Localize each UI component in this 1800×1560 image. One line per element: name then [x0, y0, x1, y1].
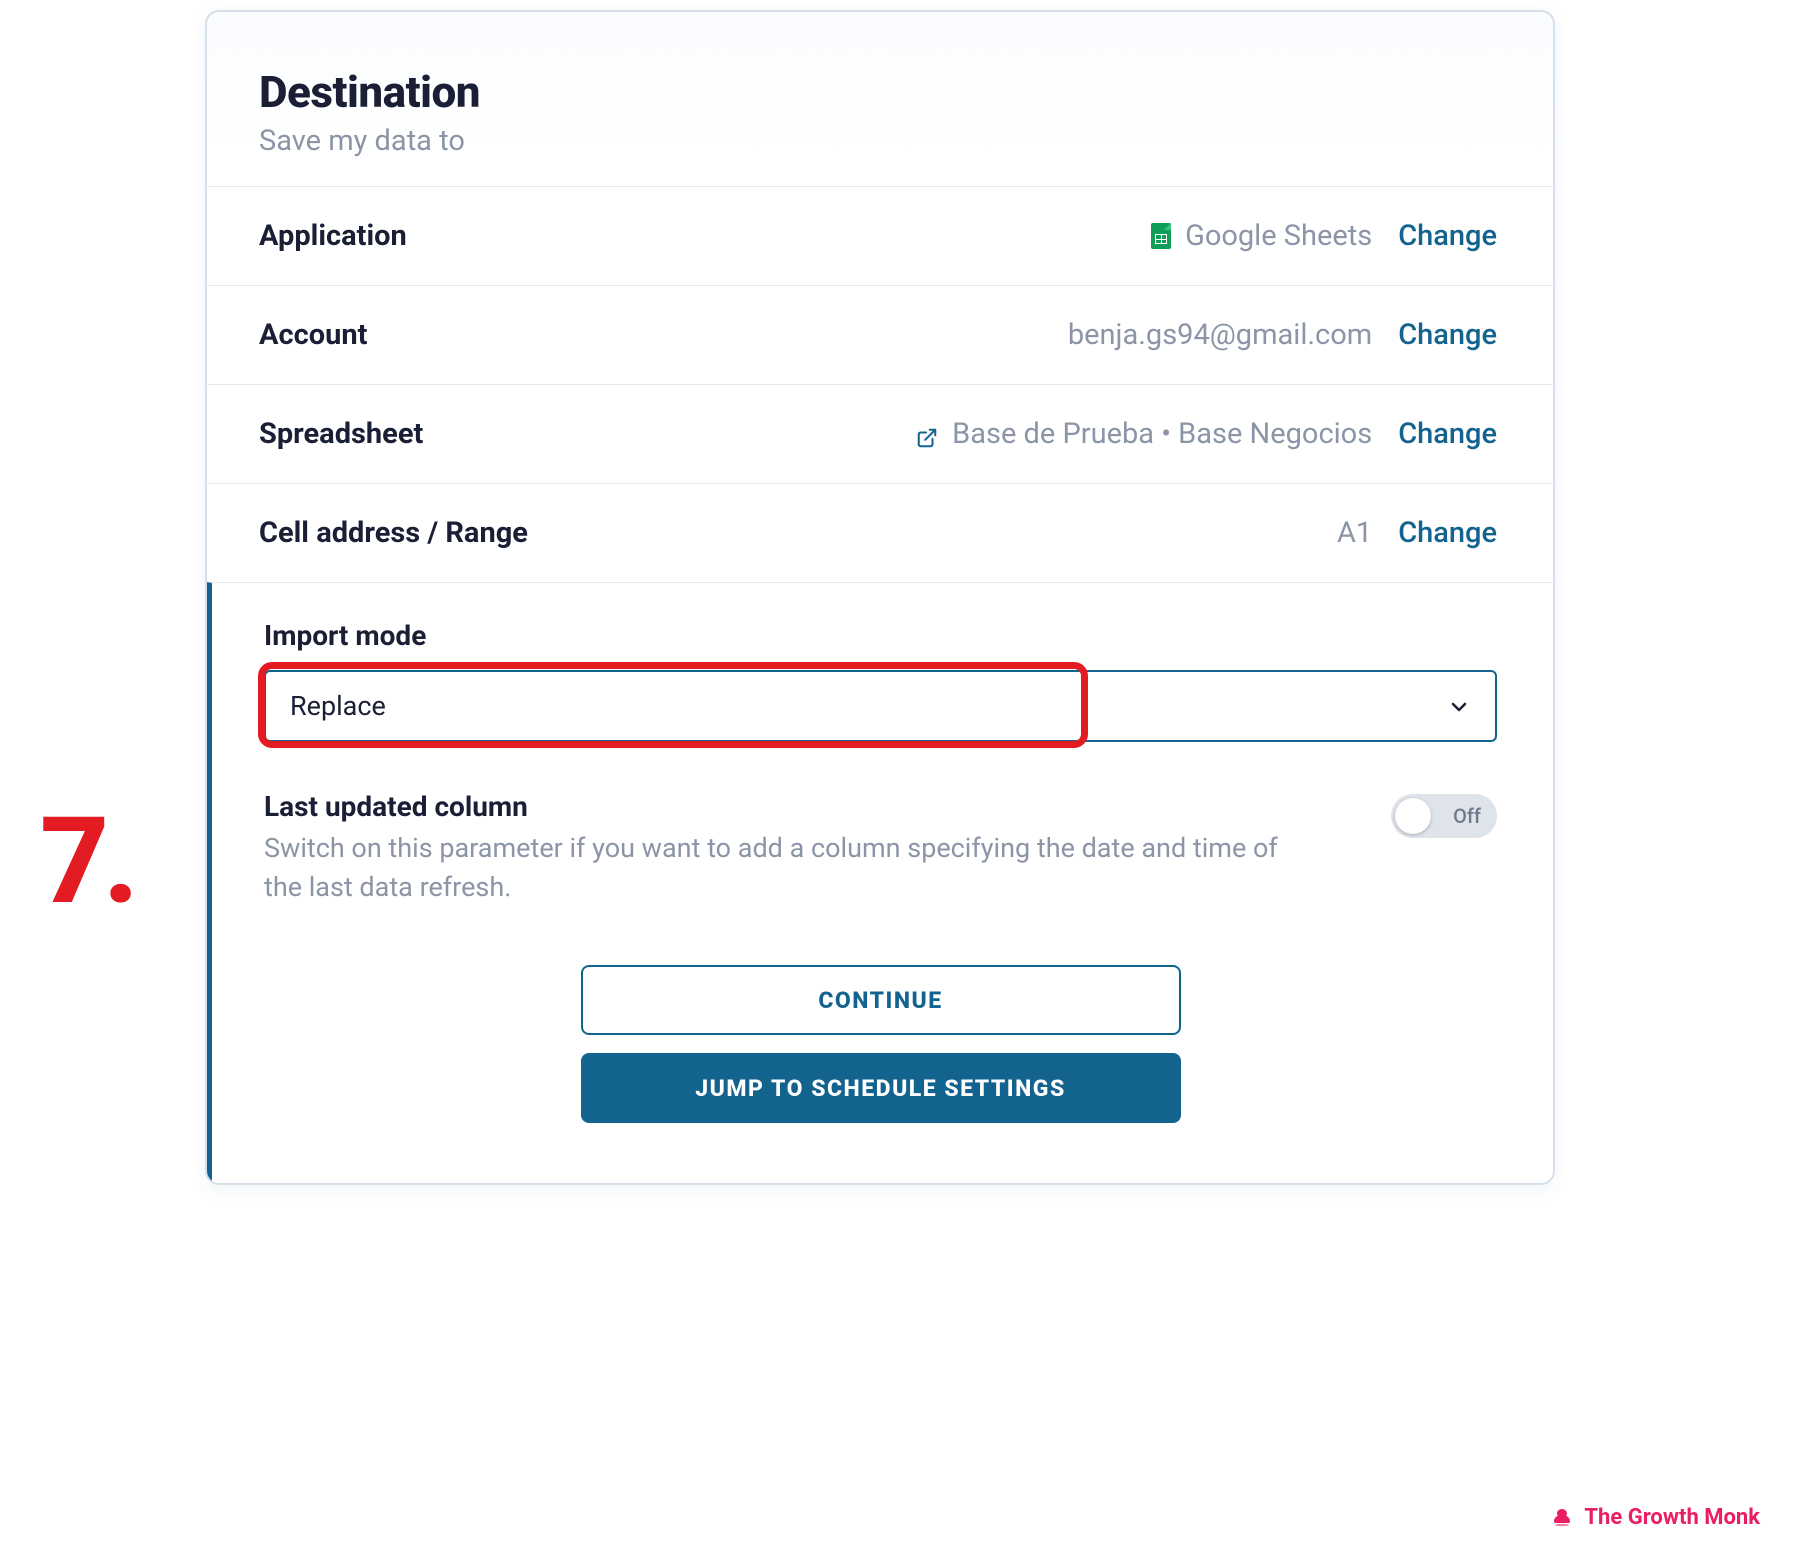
application-value-text: Google Sheets: [1185, 219, 1372, 253]
step-annotation: 7.: [40, 792, 133, 932]
destination-card: Destination Save my data to Application …: [205, 10, 1555, 1185]
google-sheets-icon: [1151, 223, 1171, 249]
external-link-icon[interactable]: [916, 423, 938, 445]
brand-icon: [1550, 1506, 1574, 1530]
last-updated-param: Last updated column Switch on this param…: [264, 790, 1497, 907]
row-account: Account benja.gs94@gmail.com Change: [207, 285, 1553, 384]
row-account-value: benja.gs94@gmail.com: [1068, 318, 1372, 352]
row-account-label: Account: [259, 318, 367, 352]
change-cell-link[interactable]: Change: [1398, 516, 1497, 550]
row-application-value: Google Sheets: [1151, 219, 1372, 253]
card-title: Destination: [259, 66, 1497, 118]
chevron-down-icon: [1447, 694, 1471, 718]
row-spreadsheet-value: Base de Prueba • Base Negocios: [916, 417, 1372, 451]
card-header: Destination Save my data to: [207, 12, 1553, 186]
brand-text: The Growth Monk: [1584, 1505, 1760, 1530]
brand-watermark: The Growth Monk: [1550, 1505, 1760, 1530]
change-account-link[interactable]: Change: [1398, 318, 1497, 352]
row-spreadsheet-label: Spreadsheet: [259, 417, 423, 451]
row-cell-value: A1: [1337, 516, 1372, 550]
row-application-label: Application: [259, 219, 407, 253]
last-updated-toggle[interactable]: Off: [1391, 794, 1497, 838]
row-application: Application Google Sheets Change: [207, 186, 1553, 285]
card-subtitle: Save my data to: [259, 124, 1497, 158]
row-cell: Cell address / Range A1 Change: [207, 483, 1553, 582]
import-mode-select[interactable]: Replace: [264, 670, 1497, 742]
import-mode-panel: Import mode Replace Last updated column …: [207, 582, 1553, 1183]
change-spreadsheet-link[interactable]: Change: [1398, 417, 1497, 451]
last-updated-title: Last updated column: [264, 790, 1351, 823]
last-updated-desc: Switch on this parameter if you want to …: [264, 829, 1284, 907]
toggle-knob: [1395, 798, 1431, 834]
import-mode-value: Replace: [290, 690, 386, 722]
spreadsheet-value-text: Base de Prueba • Base Negocios: [952, 417, 1372, 451]
import-mode-label: Import mode: [264, 619, 1497, 652]
continue-button[interactable]: CONTINUE: [581, 965, 1181, 1035]
toggle-state: Off: [1453, 804, 1481, 828]
jump-to-schedule-button[interactable]: JUMP TO SCHEDULE SETTINGS: [581, 1053, 1181, 1123]
row-spreadsheet: Spreadsheet Base de Prueba • Base Negoci…: [207, 384, 1553, 483]
change-application-link[interactable]: Change: [1398, 219, 1497, 253]
row-cell-label: Cell address / Range: [259, 516, 528, 550]
